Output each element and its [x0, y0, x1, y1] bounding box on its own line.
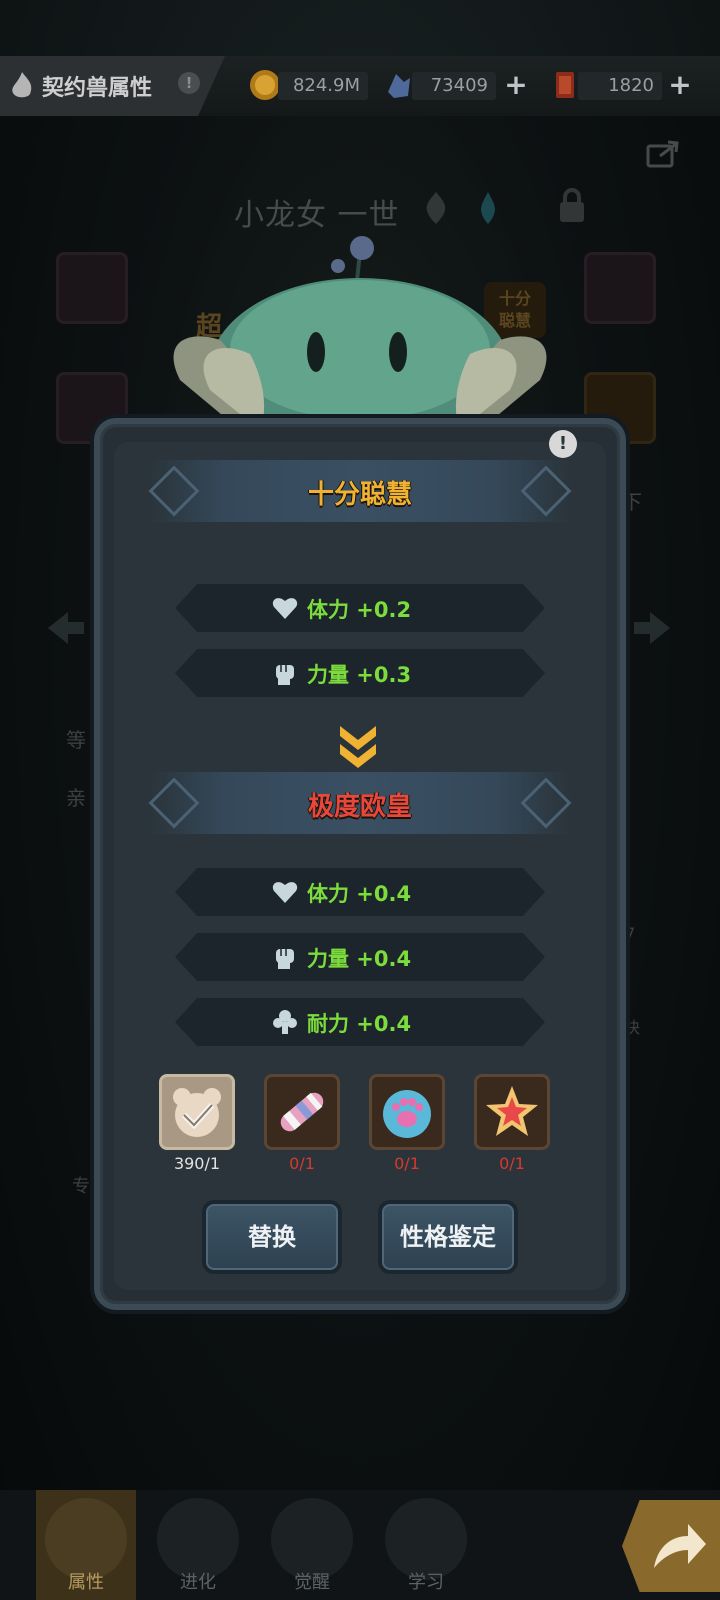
crystal-value: 73409 [412, 72, 496, 100]
stat-text: 体力 +0.4 [307, 882, 412, 906]
star-icon [486, 1086, 538, 1136]
item-count: 0/1 [394, 1154, 420, 1173]
item-paw-gem[interactable]: 0/1 [369, 1074, 445, 1173]
game-screen: 契约兽属性 ! 824.9M 73409 + 1820 + 小龙女 一世 十分 … [0, 0, 720, 1600]
ticket-icon [556, 72, 574, 98]
tab-label: 学习 [408, 1572, 444, 1593]
item-frame [159, 1074, 235, 1150]
fist-icon [276, 949, 294, 969]
item-count: 0/1 [289, 1154, 315, 1173]
crystal-add-button[interactable]: + [502, 71, 530, 100]
crystal-icon [388, 74, 410, 98]
item-star[interactable]: 0/1 [474, 1074, 550, 1173]
tab-learn[interactable]: 学习 [376, 1490, 476, 1600]
title-alert-icon[interactable]: ! [178, 72, 200, 94]
heart-icon [272, 882, 298, 903]
go-forward-button[interactable] [622, 1500, 720, 1592]
ticket-add-button[interactable]: + [666, 71, 694, 100]
tab-awaken[interactable]: 觉醒 [262, 1490, 362, 1600]
new-stat-row: 力量 +0.4 [175, 933, 545, 981]
tab-label: 进化 [180, 1572, 216, 1593]
personality-panel [94, 418, 626, 1310]
heart-icon [272, 598, 298, 619]
item-candy[interactable]: 0/1 [264, 1074, 340, 1173]
current-personality-title: 十分聪慧 [307, 480, 412, 510]
bear-token-icon [173, 1088, 221, 1137]
item-bear-token[interactable]: 390/1 [159, 1074, 235, 1173]
stat-text: 体力 +0.2 [307, 598, 412, 622]
replace-button[interactable]: 替换 [202, 1200, 342, 1274]
paw-gem-icon [383, 1090, 431, 1138]
gold-value: 824.9M [278, 72, 368, 100]
ticket-resource: 1820 + [548, 68, 698, 102]
new-personality-banner: 极度欧皇 [148, 772, 572, 834]
crystal-resource: 73409 + [382, 68, 532, 102]
new-personality-title: 极度欧皇 [307, 792, 412, 822]
item-frame [264, 1074, 340, 1150]
new-stat-row: 体力 +0.4 [175, 868, 545, 916]
stat-text: 力量 +0.3 [307, 663, 412, 687]
fist-icon [276, 665, 294, 685]
ticket-value: 1820 [578, 72, 662, 100]
current-stat-row: 力量 +0.3 [175, 649, 545, 697]
tab-label: 属性 [68, 1572, 104, 1593]
page-title: 契约兽属性 [42, 76, 153, 101]
creature-sprite [173, 236, 547, 440]
double-chevron-down-icon [340, 726, 376, 768]
current-stat-row: 体力 +0.2 [175, 584, 545, 632]
new-stat-row: 耐力 +0.4 [175, 998, 545, 1046]
info-icon[interactable]: ! [549, 430, 577, 458]
coin-icon [250, 70, 280, 100]
stat-text: 耐力 +0.4 [307, 1012, 412, 1036]
bottom-nav: 属性 进化 觉醒 学习 [0, 1490, 720, 1600]
tab-attributes[interactable]: 属性 [36, 1490, 136, 1600]
item-frame [369, 1074, 445, 1150]
gold-resource: 824.9M [248, 68, 370, 102]
item-count: 0/1 [499, 1154, 525, 1173]
endurance-icon [273, 1010, 297, 1034]
current-personality-banner: 十分聪慧 [148, 460, 572, 522]
curved-arrow-icon [654, 1524, 706, 1568]
identify-personality-button[interactable]: 性格鉴定 [378, 1200, 518, 1274]
title-plate: 契约兽属性 ! [0, 56, 225, 116]
candy-icon [280, 1092, 324, 1132]
flame-icon [12, 72, 32, 98]
tab-evolve[interactable]: 进化 [148, 1490, 248, 1600]
stat-text: 力量 +0.4 [307, 947, 412, 971]
tab-label: 觉醒 [294, 1572, 330, 1593]
item-count: 390/1 [173, 1154, 221, 1173]
item-frame [474, 1074, 550, 1150]
top-bar: 契约兽属性 ! 824.9M 73409 + 1820 + [0, 56, 720, 116]
